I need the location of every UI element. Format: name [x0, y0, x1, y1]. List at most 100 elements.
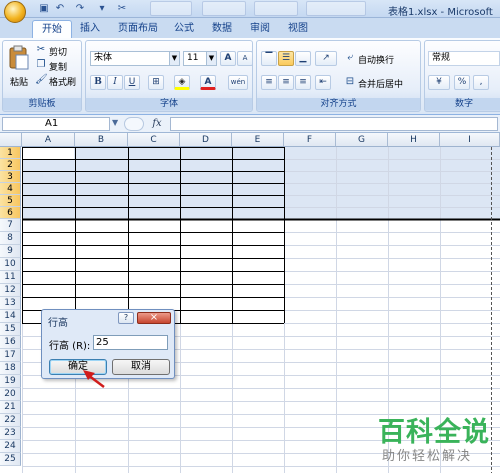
- row-height-input[interactable]: 25: [93, 335, 168, 350]
- decrease-indent-button[interactable]: ⇤: [315, 75, 331, 90]
- font-name-select[interactable]: 宋体 ▼: [90, 51, 180, 66]
- grow-font-icon: A: [224, 53, 232, 63]
- column-header-a[interactable]: A: [22, 133, 75, 147]
- row-header-10[interactable]: 10: [0, 258, 21, 271]
- chevron-down-icon[interactable]: ▼: [169, 52, 179, 65]
- font-color-button[interactable]: A: [200, 75, 216, 90]
- font-size-select[interactable]: 11 ▼: [183, 51, 217, 66]
- row-header-13[interactable]: 13: [0, 297, 21, 310]
- chevron-down-icon[interactable]: ▼: [112, 118, 118, 127]
- shrink-font-icon: A: [242, 54, 248, 62]
- row-header-8[interactable]: 8: [0, 232, 21, 245]
- insert-function-button[interactable]: fx: [146, 117, 168, 131]
- background-window-tab: [150, 1, 192, 16]
- align-center-button[interactable]: ≡: [278, 75, 294, 90]
- row-header-22[interactable]: 22: [0, 414, 21, 427]
- column-header-b[interactable]: B: [75, 133, 128, 147]
- fill-color-button[interactable]: ◈: [174, 75, 190, 90]
- merge-center-button[interactable]: ⊟ 合并后居中: [344, 75, 420, 90]
- close-icon[interactable]: ×: [137, 312, 171, 324]
- row-header-7[interactable]: 7: [0, 219, 21, 232]
- row-header-16[interactable]: 16: [0, 336, 21, 349]
- tab-data[interactable]: 数据: [204, 20, 240, 38]
- row-header-5[interactable]: 5: [0, 195, 21, 207]
- align-bottom-button[interactable]: ▁: [295, 51, 311, 66]
- name-box[interactable]: A1: [2, 117, 110, 131]
- underline-icon: U: [128, 77, 136, 87]
- copy-button[interactable]: ❐ 复制: [35, 59, 81, 73]
- tab-home[interactable]: 开始: [32, 20, 72, 38]
- align-top-button[interactable]: ▔: [261, 51, 277, 66]
- grow-font-button[interactable]: A: [220, 51, 236, 66]
- row-header-12[interactable]: 12: [0, 284, 21, 297]
- red-arrow-annotation: [83, 370, 105, 388]
- chevron-down-icon[interactable]: ▼: [206, 52, 216, 65]
- column-header-g[interactable]: G: [336, 133, 388, 147]
- row-header-17[interactable]: 17: [0, 349, 21, 362]
- comma-button[interactable]: ,: [473, 75, 489, 90]
- tools-icon[interactable]: ✂: [116, 3, 128, 15]
- office-button[interactable]: [4, 1, 26, 23]
- border-icon: ⊞: [152, 77, 160, 87]
- wrap-text-icon: ⤶: [347, 52, 353, 63]
- borders-button[interactable]: ⊞: [148, 75, 164, 90]
- tab-review[interactable]: 审阅: [242, 20, 278, 38]
- row-header-1[interactable]: 1: [0, 147, 21, 159]
- help-icon[interactable]: ?: [118, 312, 134, 324]
- column-header-c[interactable]: C: [128, 133, 180, 147]
- column-header-d[interactable]: D: [180, 133, 232, 147]
- wrap-text-button[interactable]: ⤶ 自动换行: [344, 51, 418, 66]
- phonetic-button[interactable]: wén: [228, 75, 248, 90]
- tab-formulas[interactable]: 公式: [166, 20, 202, 38]
- row-header-15[interactable]: 15: [0, 323, 21, 336]
- format-painter-label: 格式刷: [49, 78, 77, 88]
- select-all-corner[interactable]: [0, 133, 22, 147]
- row-header-4[interactable]: 4: [0, 183, 21, 195]
- tab-page-layout[interactable]: 页面布局: [110, 20, 166, 38]
- redo-icon[interactable]: ↷: [74, 3, 86, 15]
- column-header-f[interactable]: F: [284, 133, 336, 147]
- bold-icon: B: [94, 77, 102, 87]
- align-middle-button[interactable]: ☰: [278, 51, 294, 66]
- row-header-19[interactable]: 19: [0, 375, 21, 388]
- row-header-21[interactable]: 21: [0, 401, 21, 414]
- row-header-18[interactable]: 18: [0, 362, 21, 375]
- row-header-14[interactable]: 14: [0, 310, 21, 323]
- phonetic-icon: wén: [230, 78, 246, 86]
- format-painter-button[interactable]: 🖌 格式刷: [35, 74, 81, 88]
- cut-button[interactable]: ✂ 剪切: [35, 44, 81, 58]
- column-header-h[interactable]: H: [388, 133, 440, 147]
- cancel-button[interactable]: 取消: [112, 359, 170, 375]
- paste-icon: [9, 45, 29, 70]
- row-header-23[interactable]: 23: [0, 427, 21, 440]
- underline-button[interactable]: U: [124, 75, 140, 90]
- italic-button[interactable]: I: [107, 75, 123, 90]
- row-header-9[interactable]: 9: [0, 245, 21, 258]
- undo-icon[interactable]: ↶: [54, 3, 66, 15]
- shrink-font-button[interactable]: A: [237, 51, 253, 66]
- tab-insert[interactable]: 插入: [72, 20, 108, 38]
- align-left-button[interactable]: ≡: [261, 75, 277, 90]
- number-format-select[interactable]: 常规: [428, 51, 500, 66]
- row-height-label: 行高 (R):: [49, 341, 91, 352]
- row-header-11[interactable]: 11: [0, 271, 21, 284]
- save-icon[interactable]: ▣: [38, 3, 50, 15]
- tab-view[interactable]: 视图: [280, 20, 316, 38]
- formula-input[interactable]: [170, 117, 498, 131]
- row-header-6[interactable]: 6: [0, 207, 21, 219]
- bold-button[interactable]: B: [90, 75, 106, 90]
- paste-button[interactable]: 粘贴: [6, 44, 32, 96]
- row-header-3[interactable]: 3: [0, 171, 21, 183]
- column-header-e[interactable]: E: [232, 133, 284, 147]
- row-header-2[interactable]: 2: [0, 159, 21, 171]
- watermark-slogan: 助你轻松解决: [382, 449, 473, 464]
- row-header-25[interactable]: 25: [0, 453, 21, 466]
- align-right-button[interactable]: ≡: [295, 75, 311, 90]
- percent-button[interactable]: %: [454, 75, 470, 90]
- customize-qat-icon[interactable]: ▾: [96, 3, 108, 15]
- currency-button[interactable]: ¥: [428, 75, 450, 90]
- row-header-20[interactable]: 20: [0, 388, 21, 401]
- column-header-i[interactable]: I: [440, 133, 500, 147]
- orientation-button[interactable]: ↗: [315, 51, 337, 66]
- row-header-24[interactable]: 24: [0, 440, 21, 453]
